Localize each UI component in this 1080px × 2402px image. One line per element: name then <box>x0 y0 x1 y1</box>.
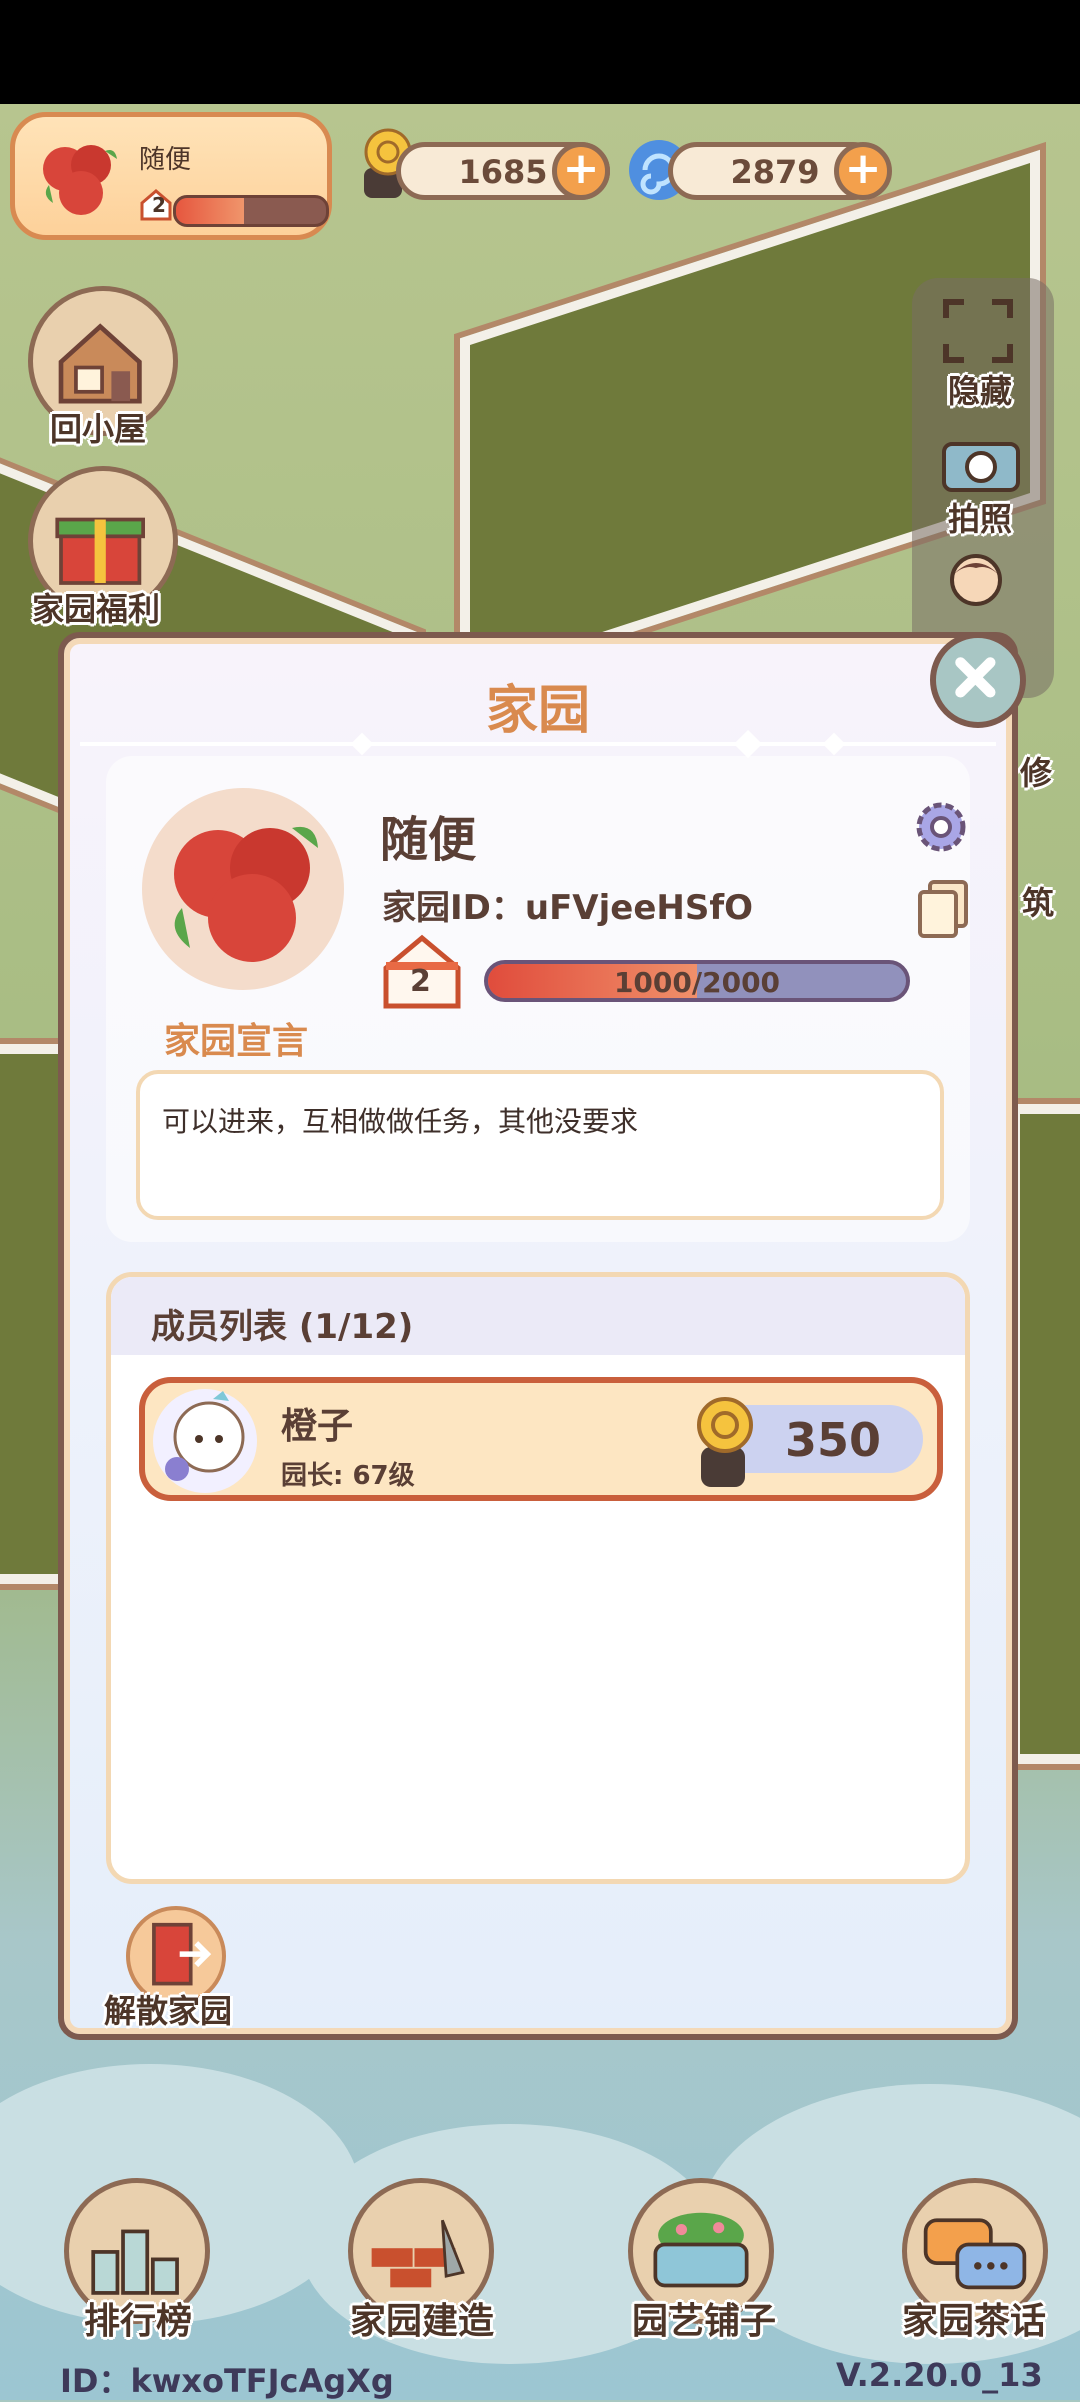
home-level-progress <box>173 195 329 227</box>
return-house-label: 回小屋 <box>50 410 147 448</box>
manifesto-text: 可以进来，互相做做任务，其他没要求 <box>162 1105 639 1138</box>
home-exp-bar: 1000/2000 <box>484 960 910 1002</box>
dialog-title: 家园 <box>485 681 590 741</box>
home-dialog: 家园 随便 家园ID：uFVjeeHSfO 2 1000/2000 家园宣言 可… <box>58 632 1018 2040</box>
rose-avatar-icon <box>43 145 117 215</box>
close-icon <box>955 657 996 698</box>
build-label[interactable]: 筑 <box>1022 878 1054 924</box>
home-exp-text: 1000/2000 <box>613 966 781 999</box>
home-avatar <box>142 788 344 990</box>
member-list-card: 成员列表 (1/12) 橙子 园长: 67级 350 <box>106 1272 970 1884</box>
settings-gear-icon[interactable] <box>910 796 972 858</box>
sheep-avatar-icon <box>165 1391 245 1481</box>
repair-label[interactable]: 修 <box>1020 748 1052 794</box>
nav-chat-label[interactable]: 家园茶话 <box>902 2292 1046 2344</box>
nav-build-label[interactable]: 家园建造 <box>350 2292 494 2344</box>
member-list-title: 成员列表 (1/12) <box>151 1307 414 1347</box>
copy-id-icon[interactable] <box>916 878 970 940</box>
fullscreen-frame-icon[interactable] <box>940 296 1016 366</box>
status-bar <box>0 0 1080 104</box>
member-row[interactable]: 橙子 园长: 67级 350 <box>139 1377 943 1501</box>
camera-icon[interactable] <box>936 430 1026 496</box>
character-icon[interactable] <box>942 548 1010 618</box>
lawn-plot <box>1010 1104 1080 1764</box>
member-role: 园长: 67级 <box>281 1461 415 1491</box>
member-name: 橙子 <box>281 1406 354 1447</box>
member-score: 350 <box>784 1413 882 1467</box>
dissolve-home-label[interactable]: 解散家园 <box>104 1986 232 2032</box>
snail-coin-icon <box>697 1397 753 1487</box>
nav-garden-shop-label[interactable]: 园艺铺子 <box>632 2292 776 2344</box>
home-name: 随便 <box>139 145 192 175</box>
user-id-text: ID：kwxoTFJcAgXg <box>60 2362 394 2400</box>
progress-fill <box>176 198 244 224</box>
member-avatar <box>153 1389 257 1493</box>
home-name-heading: 随便 <box>380 812 477 868</box>
manifesto-box: 可以进来，互相做做任务，其他没要求 <box>136 1070 944 1220</box>
hide-label[interactable]: 隐藏 <box>948 366 1012 412</box>
home-welfare-label: 家园福利 <box>32 590 161 628</box>
add-spiral-gem-button[interactable]: + <box>834 142 892 200</box>
manifesto-label: 家园宣言 <box>164 1021 309 1062</box>
home-profile-chip[interactable]: 随便 2 <box>10 112 332 240</box>
close-dialog-button[interactable] <box>930 632 1026 728</box>
version-text: V.2.20.0_13 <box>836 2356 1043 2394</box>
title-divider <box>80 742 996 746</box>
nav-leaderboard-label[interactable]: 排行榜 <box>84 2292 192 2344</box>
home-level-value: 2 <box>152 193 166 217</box>
member-list-header: 成员列表 (1/12) <box>111 1277 965 1355</box>
rose-avatar-icon <box>174 826 318 962</box>
home-level-value: 2 <box>410 964 431 999</box>
add-snail-coin-button[interactable]: + <box>552 142 610 200</box>
photo-label[interactable]: 拍照 <box>948 494 1012 540</box>
home-id: 家园ID：uFVjeeHSfO <box>382 888 754 928</box>
